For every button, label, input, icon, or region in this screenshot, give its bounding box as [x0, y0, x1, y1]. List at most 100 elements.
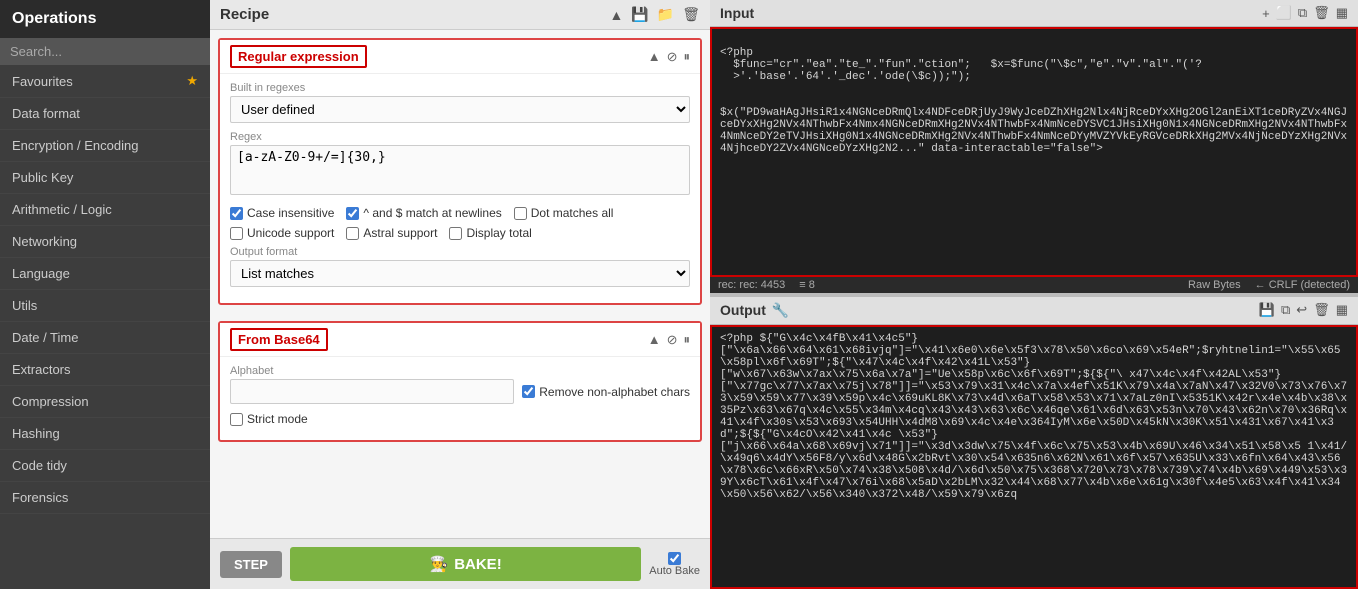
unicode-checkbox[interactable]: Unicode support: [230, 226, 334, 240]
sidebar-item-label: Utils: [12, 298, 37, 313]
auto-bake-area: Auto Bake: [649, 552, 700, 577]
sidebar-item-label: Favourites: [12, 74, 73, 89]
output-format-group: Output format List matches: [230, 246, 690, 287]
output-format-label: Output format: [230, 246, 690, 258]
sidebar-item-label: Arithmetic / Logic: [12, 202, 112, 217]
sidebar-item-public-key[interactable]: Public Key: [0, 162, 210, 194]
wrench-icon[interactable]: 🔧: [772, 302, 789, 319]
remove-non-alpha-checkbox[interactable]: Remove non-alphabet chars: [522, 385, 690, 399]
sidebar-item-encryption---encoding[interactable]: Encryption / Encoding: [0, 130, 210, 162]
output-pane: Output 🔧 💾 ⧉ ↩ 🗑 ▦ <?php ${"G\x4c\x4fB\x…: [710, 297, 1358, 589]
op-block-base64-body: Alphabet A-Za-z0-9+/= Remove non-alphabe…: [220, 357, 700, 440]
sidebar-item-label: Compression: [12, 394, 89, 409]
display-total-checkbox[interactable]: Display total: [449, 226, 531, 240]
sidebar-item-label: Language: [12, 266, 70, 281]
input-lines: ≡ 8: [799, 279, 815, 291]
sidebar-item-label: Code tidy: [12, 458, 67, 473]
folder-icon[interactable]: 📁: [657, 6, 674, 23]
sidebar-item-arithmetic---logic[interactable]: Arithmetic / Logic: [0, 194, 210, 226]
restore-icon[interactable]: ↩: [1296, 302, 1307, 318]
sidebar-item-label: Extractors: [12, 362, 71, 377]
multiline-checkbox[interactable]: ^ and $ match at newlines: [346, 206, 501, 220]
pause-icon[interactable]: ⏸: [684, 332, 691, 348]
checkbox-row-1: Case insensitive ^ and $ match at newlin…: [230, 206, 690, 220]
recipe-header-icons: ▲ 💾 📁 🗑: [609, 6, 700, 23]
auto-bake-label: Auto Bake: [649, 565, 700, 577]
sidebar-item-networking[interactable]: Networking: [0, 226, 210, 258]
op-block-base64-controls: ▲ ⊘ ⏸: [648, 332, 690, 348]
op-block-base64-title: From Base64: [230, 328, 328, 351]
auto-bake-checkbox[interactable]: [668, 552, 681, 565]
regex-label: Regex: [230, 131, 690, 143]
alphabet-label: Alphabet: [230, 365, 514, 377]
recipe-panel: Recipe ▲ 💾 📁 🗑 Regular expression ▲ ⊘ ⏸ …: [210, 0, 710, 589]
sidebar-item-utils[interactable]: Utils: [0, 290, 210, 322]
op-block-regex: Regular expression ▲ ⊘ ⏸ Built in regexe…: [218, 38, 702, 305]
alphabet-group: Alphabet A-Za-z0-9+/= Remove non-alphabe…: [230, 365, 690, 404]
op-block-regex-controls: ▲ ⊘ ⏸: [648, 49, 690, 65]
trash-icon[interactable]: 🗑: [1313, 302, 1330, 318]
sidebar-item-extractors[interactable]: Extractors: [0, 354, 210, 386]
case-insensitive-checkbox[interactable]: Case insensitive: [230, 206, 334, 220]
op-block-regex-title: Regular expression: [230, 45, 367, 68]
save-icon[interactable]: 💾: [1259, 302, 1275, 318]
op-block-regex-header: Regular expression ▲ ⊘ ⏸: [220, 40, 700, 74]
alphabet-input[interactable]: A-Za-z0-9+/=: [230, 379, 514, 404]
built-in-regexes-select[interactable]: User defined: [230, 96, 690, 123]
trash-icon[interactable]: 🗑: [1313, 5, 1330, 21]
input-pane-title: Input: [720, 5, 754, 21]
output-format-select[interactable]: List matches: [230, 260, 690, 287]
sidebar-item-code-tidy[interactable]: Code tidy: [0, 450, 210, 482]
right-panel: Input + ⬜ ⧉ 🗑 ▦ <?php $func="cr"."ea"."t…: [710, 0, 1358, 589]
output-pane-header: Output 🔧 💾 ⧉ ↩ 🗑 ▦: [710, 297, 1358, 325]
recipe-title: Recipe: [220, 6, 269, 23]
input-pane-content[interactable]: <?php $func="cr"."ea"."te_"."fun"."ction…: [710, 27, 1358, 277]
sidebar-title: Operations: [12, 10, 96, 27]
output-pane-icons: 💾 ⧉ ↩ 🗑 ▦: [1259, 302, 1348, 318]
window-icon[interactable]: ⬜: [1276, 5, 1292, 21]
sidebar-item-favourites[interactable]: Favourites ★: [0, 65, 210, 98]
chevron-up-icon[interactable]: ▲: [648, 332, 661, 347]
regex-input[interactable]: [a-zA-Z0-9+/=]{30,}: [230, 145, 690, 195]
bake-bar: STEP 👨‍🍳 BAKE! Auto Bake: [210, 538, 710, 589]
restore-icon[interactable]: ⧉: [1298, 5, 1307, 21]
sidebar-item-hashing[interactable]: Hashing: [0, 418, 210, 450]
sidebar-item-label: Forensics: [12, 490, 68, 505]
chevron-up-icon[interactable]: ▲: [609, 7, 623, 23]
grid-icon[interactable]: ▦: [1336, 302, 1348, 318]
step-button[interactable]: STEP: [220, 551, 282, 578]
input-pane: Input + ⬜ ⧉ 🗑 ▦ <?php $func="cr"."ea"."t…: [710, 0, 1358, 293]
sidebar-item-label: Hashing: [12, 426, 60, 441]
sidebar-item-language[interactable]: Language: [0, 258, 210, 290]
sidebar-items: Favourites ★ Data formatEncryption / Encod…: [0, 65, 210, 514]
disable-icon[interactable]: ⊘: [667, 49, 678, 65]
disable-icon[interactable]: ⊘: [667, 332, 678, 348]
built-in-regexes-label: Built in regexes: [230, 82, 690, 94]
chef-icon: 👨‍🍳: [430, 555, 449, 573]
sidebar: Operations Favourites ★ Data formatEncrypt…: [0, 0, 210, 589]
recipe-header: Recipe ▲ 💾 📁 🗑: [210, 0, 710, 30]
strict-mode-checkbox[interactable]: Strict mode: [230, 412, 308, 426]
input-encoding: Raw Bytes: [1188, 279, 1241, 291]
trash-icon[interactable]: 🗑: [682, 6, 700, 23]
grid-icon[interactable]: ▦: [1336, 5, 1348, 21]
output-pane-title: Output: [720, 302, 766, 318]
dot-matches-checkbox[interactable]: Dot matches all: [514, 206, 614, 220]
astral-checkbox[interactable]: Astral support: [346, 226, 437, 240]
sidebar-item-forensics[interactable]: Forensics: [0, 482, 210, 514]
pause-icon[interactable]: ⏸: [684, 49, 691, 65]
plus-icon[interactable]: +: [1262, 6, 1270, 21]
sidebar-item-label: Date / Time: [12, 330, 78, 345]
output-pane-content[interactable]: <?php ${"G\x4c\x4fB\x41\x4c5"} ["\x6a\x6…: [710, 325, 1358, 589]
copy-icon[interactable]: ⧉: [1281, 302, 1290, 318]
sidebar-item-compression[interactable]: Compression: [0, 386, 210, 418]
chevron-up-icon[interactable]: ▲: [648, 49, 661, 64]
sidebar-item-date---time[interactable]: Date / Time: [0, 322, 210, 354]
op-block-regex-body: Built in regexes User defined Regex [a-z…: [220, 74, 700, 303]
search-input[interactable]: [0, 38, 210, 65]
bake-button[interactable]: 👨‍🍳 BAKE!: [290, 547, 641, 581]
sidebar-item-data-format[interactable]: Data format: [0, 98, 210, 130]
save-icon[interactable]: 💾: [631, 6, 648, 23]
input-pane-icons: + ⬜ ⧉ 🗑 ▦: [1262, 5, 1348, 21]
star-icon: ★: [186, 73, 198, 89]
